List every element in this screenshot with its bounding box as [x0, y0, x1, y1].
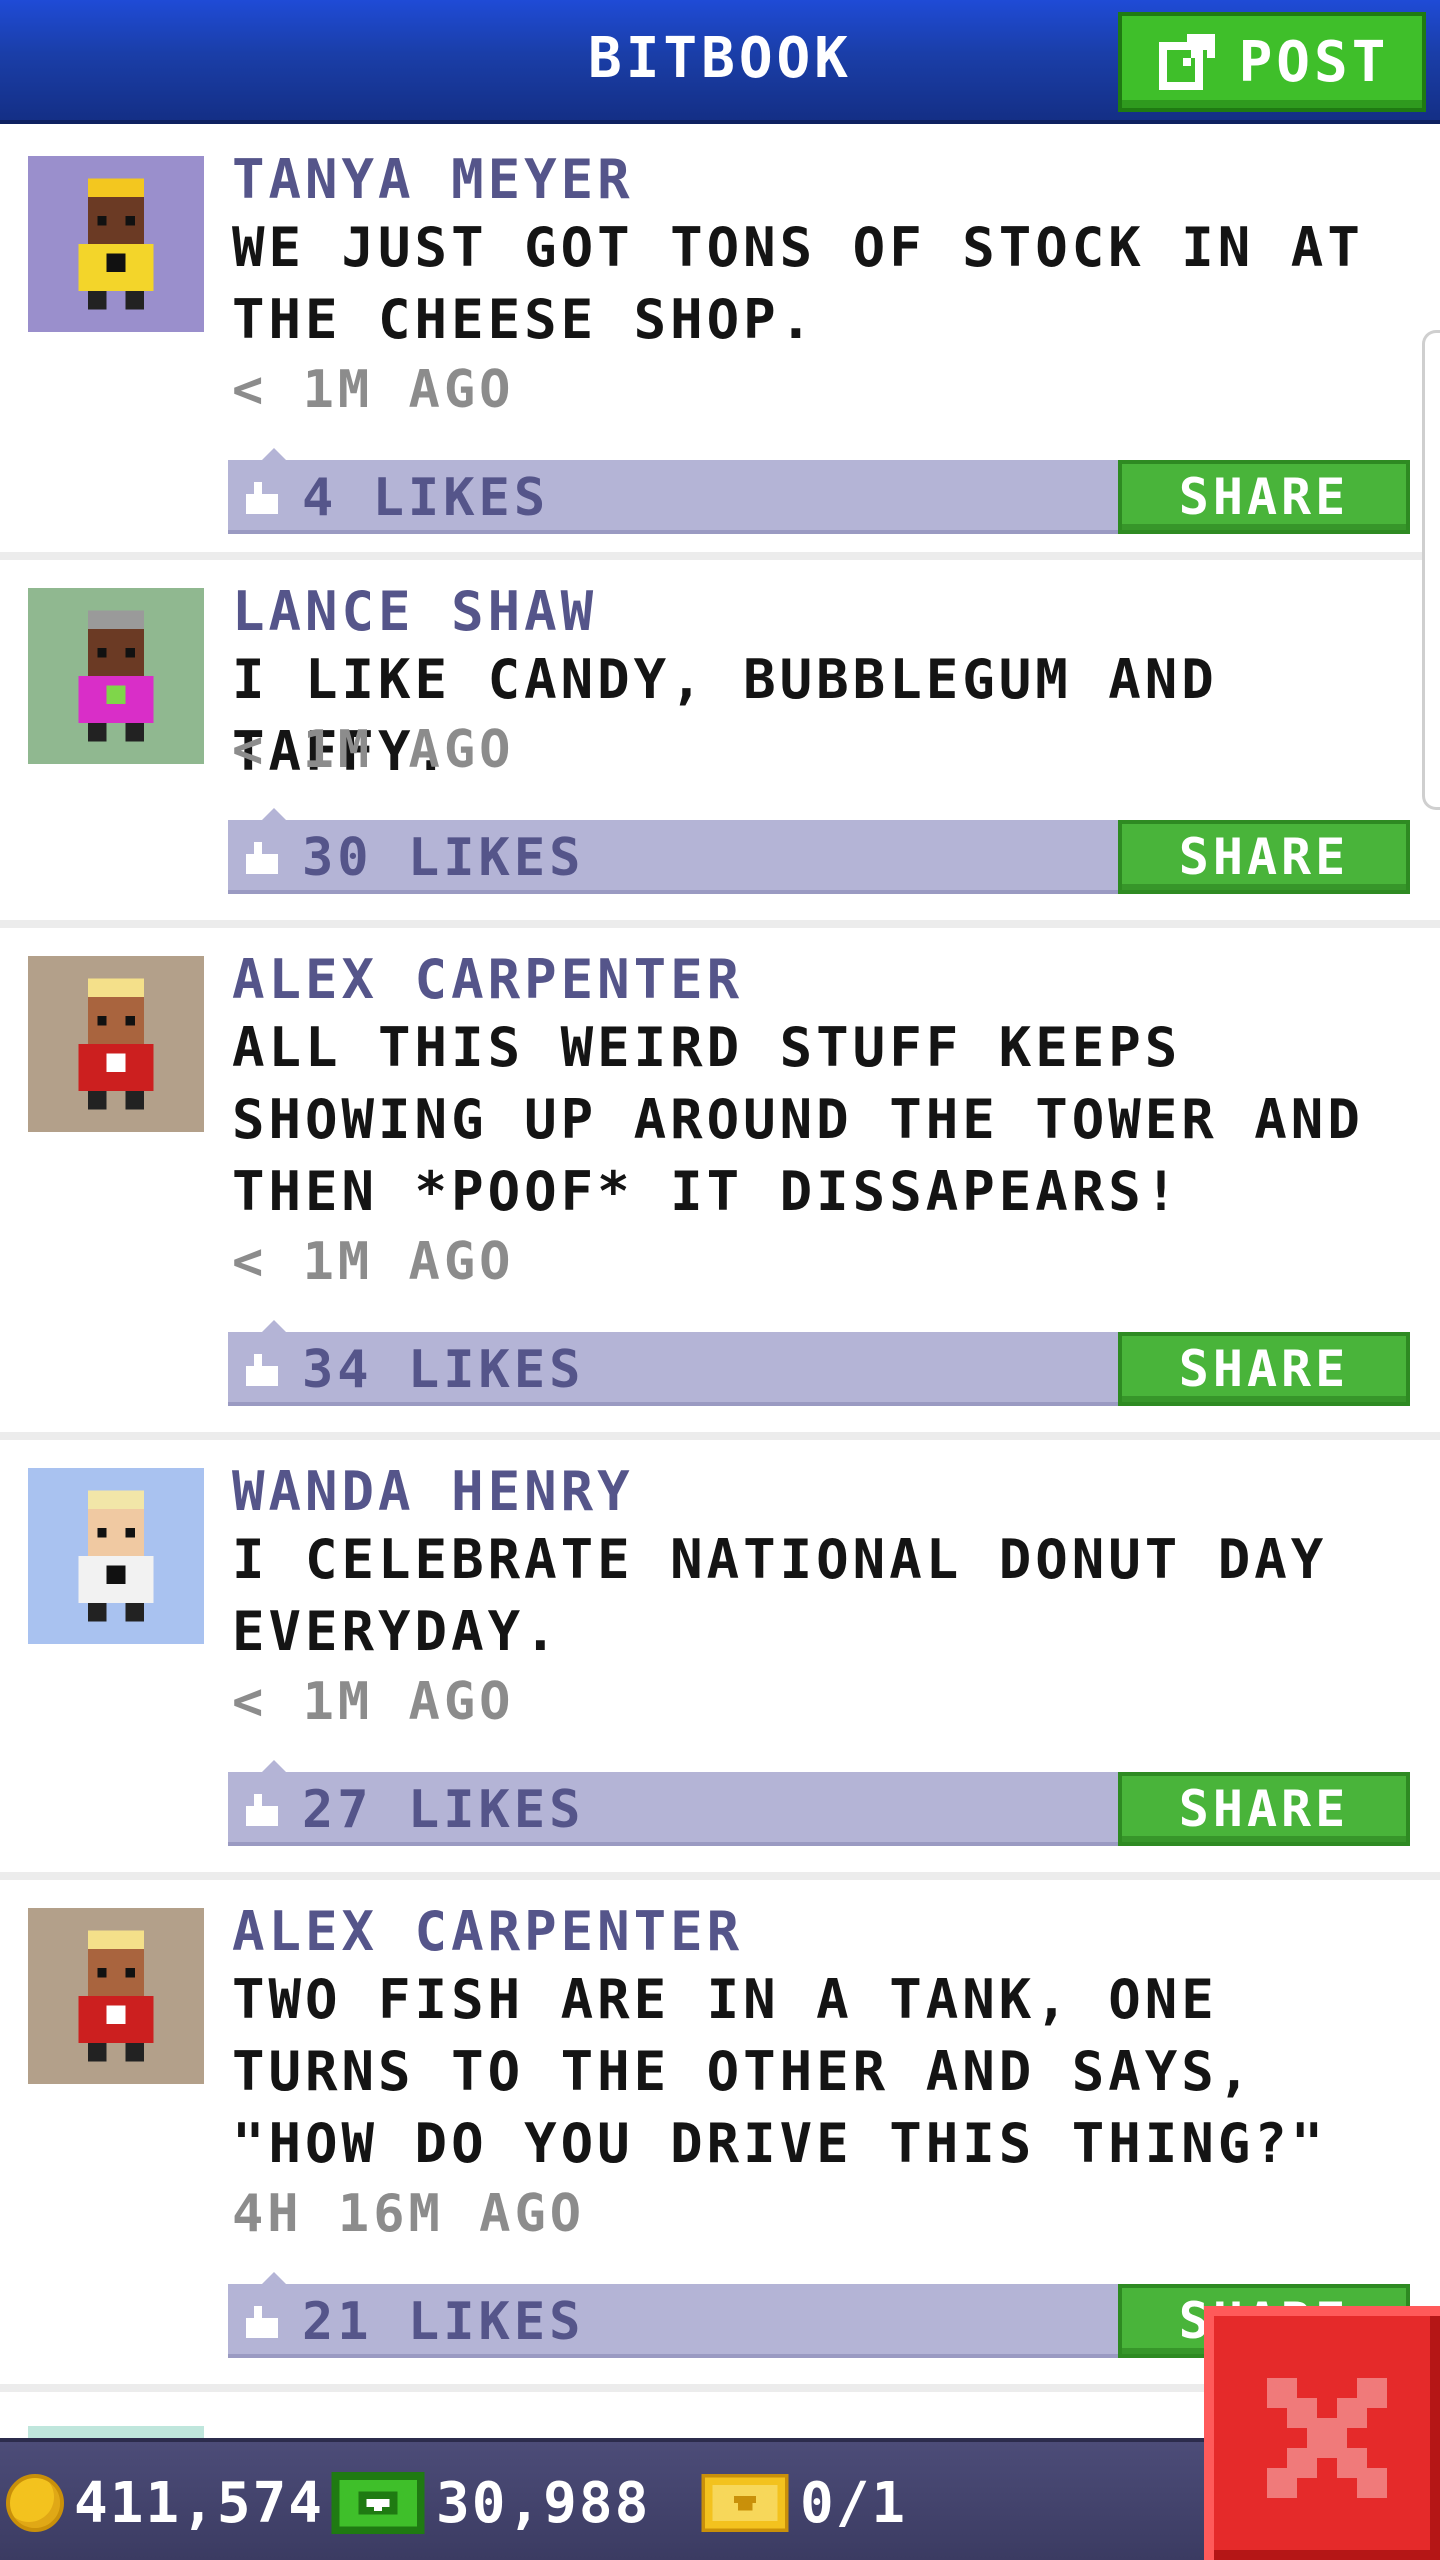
close-button[interactable]	[1204, 2306, 1440, 2560]
bux-stat: 30,988	[330, 2442, 650, 2560]
like-count: 30 LIKES	[302, 828, 585, 888]
avatar[interactable]	[28, 1468, 204, 1644]
like-count: 34 LIKES	[302, 1340, 585, 1400]
post-author[interactable]: TANYA MEYER	[232, 148, 634, 211]
post-timestamp: 4H 16M AGO	[232, 2184, 586, 2244]
thumbs-up-icon	[246, 1354, 278, 1386]
bitbook-screen: BITBOOK POST TANYA MEYER WE JUST GOT TON…	[0, 0, 1440, 2560]
post-author[interactable]: ALEX CARPENTER	[232, 948, 743, 1011]
like-bar[interactable]: 34 LIKES SHARE	[228, 1320, 1410, 1406]
avatar-sprite	[78, 1490, 154, 1622]
like-count: 4 LIKES	[302, 468, 550, 528]
thumbs-up-icon	[246, 1794, 278, 1826]
post-timestamp: < 1M AGO	[232, 1672, 515, 1732]
like-bar[interactable]: 27 LIKES SHARE	[228, 1760, 1410, 1846]
feed-post: LANCE SHAW I LIKE CANDY, BUBBLEGUM AND T…	[0, 560, 1440, 928]
thumbs-up-icon	[246, 2306, 278, 2338]
compose-icon	[1158, 34, 1215, 90]
coins-value: 411,574	[74, 2470, 325, 2536]
close-icon	[1267, 2378, 1387, 2498]
post-timestamp: < 1M AGO	[232, 1232, 515, 1292]
cash-icon	[331, 2472, 425, 2534]
like-count: 27 LIKES	[302, 1780, 585, 1840]
post-feed[interactable]: TANYA MEYER WE JUST GOT TONS OF STOCK IN…	[0, 128, 1440, 2392]
tickets-value: 0/1	[800, 2470, 908, 2536]
share-button[interactable]: SHARE	[1118, 1332, 1410, 1406]
ticket-icon	[701, 2474, 789, 2532]
post-timestamp: < 1M AGO	[232, 720, 515, 780]
tickets-stat: 0/1	[700, 2442, 907, 2560]
avatar[interactable]	[28, 1908, 204, 2084]
app-header: BITBOOK POST	[0, 0, 1440, 124]
post-author[interactable]: ALEX CARPENTER	[232, 1900, 743, 1963]
like-bar[interactable]: 30 LIKES SHARE	[228, 808, 1410, 894]
share-button[interactable]: SHARE	[1118, 1772, 1410, 1846]
avatar-sprite	[78, 178, 154, 310]
avatar-sprite	[78, 1930, 154, 2062]
like-count: 21 LIKES	[302, 2292, 585, 2352]
feed-post: ALEX CARPENTER ALL THIS WEIRD STUFF KEEP…	[0, 928, 1440, 1440]
thumbs-up-icon	[246, 482, 278, 514]
post-text: I CELEBRATE NATIONAL DONUT DAY EVERYDAY.	[232, 1528, 1328, 1663]
post-text: WE JUST GOT TONS OF STOCK IN AT THE CHEE…	[232, 216, 1364, 351]
share-button[interactable]: SHARE	[1118, 820, 1410, 894]
like-bar[interactable]: 4 LIKES SHARE	[228, 448, 1410, 534]
post-button[interactable]: POST	[1118, 12, 1426, 112]
avatar[interactable]	[28, 956, 204, 1132]
avatar	[28, 2426, 204, 2438]
share-button[interactable]: SHARE	[1118, 460, 1410, 534]
post-timestamp: < 1M AGO	[232, 360, 515, 420]
scroll-indicator[interactable]	[1422, 330, 1440, 810]
post-text: ALL THIS WEIRD STUFF KEEPS SHOWING UP AR…	[232, 1016, 1364, 1223]
feed-post: TANYA MEYER WE JUST GOT TONS OF STOCK IN…	[0, 128, 1440, 560]
coin-icon	[6, 2474, 64, 2532]
post-author[interactable]: LANCE SHAW	[232, 580, 597, 643]
thumbs-up-icon	[246, 842, 278, 874]
post-button-label: POST	[1238, 29, 1390, 95]
feed-post: WANDA HENRY I CELEBRATE NATIONAL DONUT D…	[0, 1440, 1440, 1880]
post-text: TWO FISH ARE IN A TANK, ONE TURNS TO THE…	[232, 1968, 1328, 2175]
post-author[interactable]: WANDA HENRY	[232, 1460, 634, 1523]
bux-value: 30,988	[436, 2470, 651, 2536]
avatar[interactable]	[28, 156, 204, 332]
coins-stat: 411,574	[6, 2442, 324, 2560]
avatar-sprite	[78, 978, 154, 1110]
avatar-sprite	[78, 610, 154, 742]
avatar[interactable]	[28, 588, 204, 764]
